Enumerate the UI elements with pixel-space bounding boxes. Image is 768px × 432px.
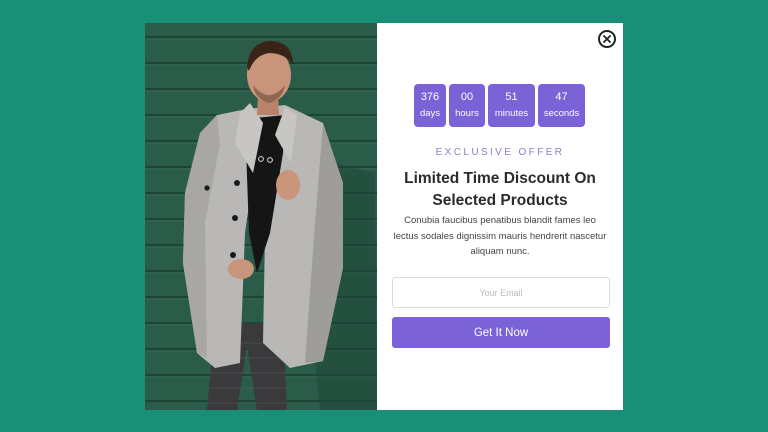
countdown-unit: minutes <box>494 108 529 119</box>
countdown-value: 51 <box>505 91 518 103</box>
close-button[interactable] <box>598 30 616 48</box>
offer-headline: Limited Time Discount On Selected Produc… <box>377 168 623 212</box>
countdown-days: 376 days <box>414 84 446 127</box>
email-field[interactable] <box>392 277 610 308</box>
countdown-timer: 376 days 00 hours 51 minutes 47 seconds <box>414 84 585 127</box>
offer-eyebrow: EXCLUSIVE OFFER <box>435 147 565 158</box>
countdown-hours: 00 hours <box>449 84 485 127</box>
countdown-seconds: 47 seconds <box>538 84 585 127</box>
countdown-value: 376 <box>420 91 440 103</box>
offer-description: Conubia faucibus penatibus blandit fames… <box>393 215 607 257</box>
countdown-value: 47 <box>555 91 568 103</box>
countdown-unit: hours <box>455 108 479 119</box>
countdown-unit: days <box>419 108 441 119</box>
countdown-value: 00 <box>460 91 474 103</box>
headline-line-1: Limited Time Discount On <box>404 170 596 187</box>
countdown-unit: seconds <box>543 108 580 119</box>
popup-modal: 376 days 00 hours 51 minutes 47 seconds … <box>145 23 623 410</box>
countdown-minutes: 51 minutes <box>488 84 535 127</box>
headline-line-2: Selected Products <box>432 192 568 209</box>
product-photo <box>145 23 377 410</box>
offer-panel: 376 days 00 hours 51 minutes 47 seconds … <box>377 23 623 410</box>
close-icon <box>603 35 611 43</box>
get-it-now-button[interactable]: Get It Now <box>392 317 610 348</box>
man-in-coat-illustration <box>145 23 377 410</box>
